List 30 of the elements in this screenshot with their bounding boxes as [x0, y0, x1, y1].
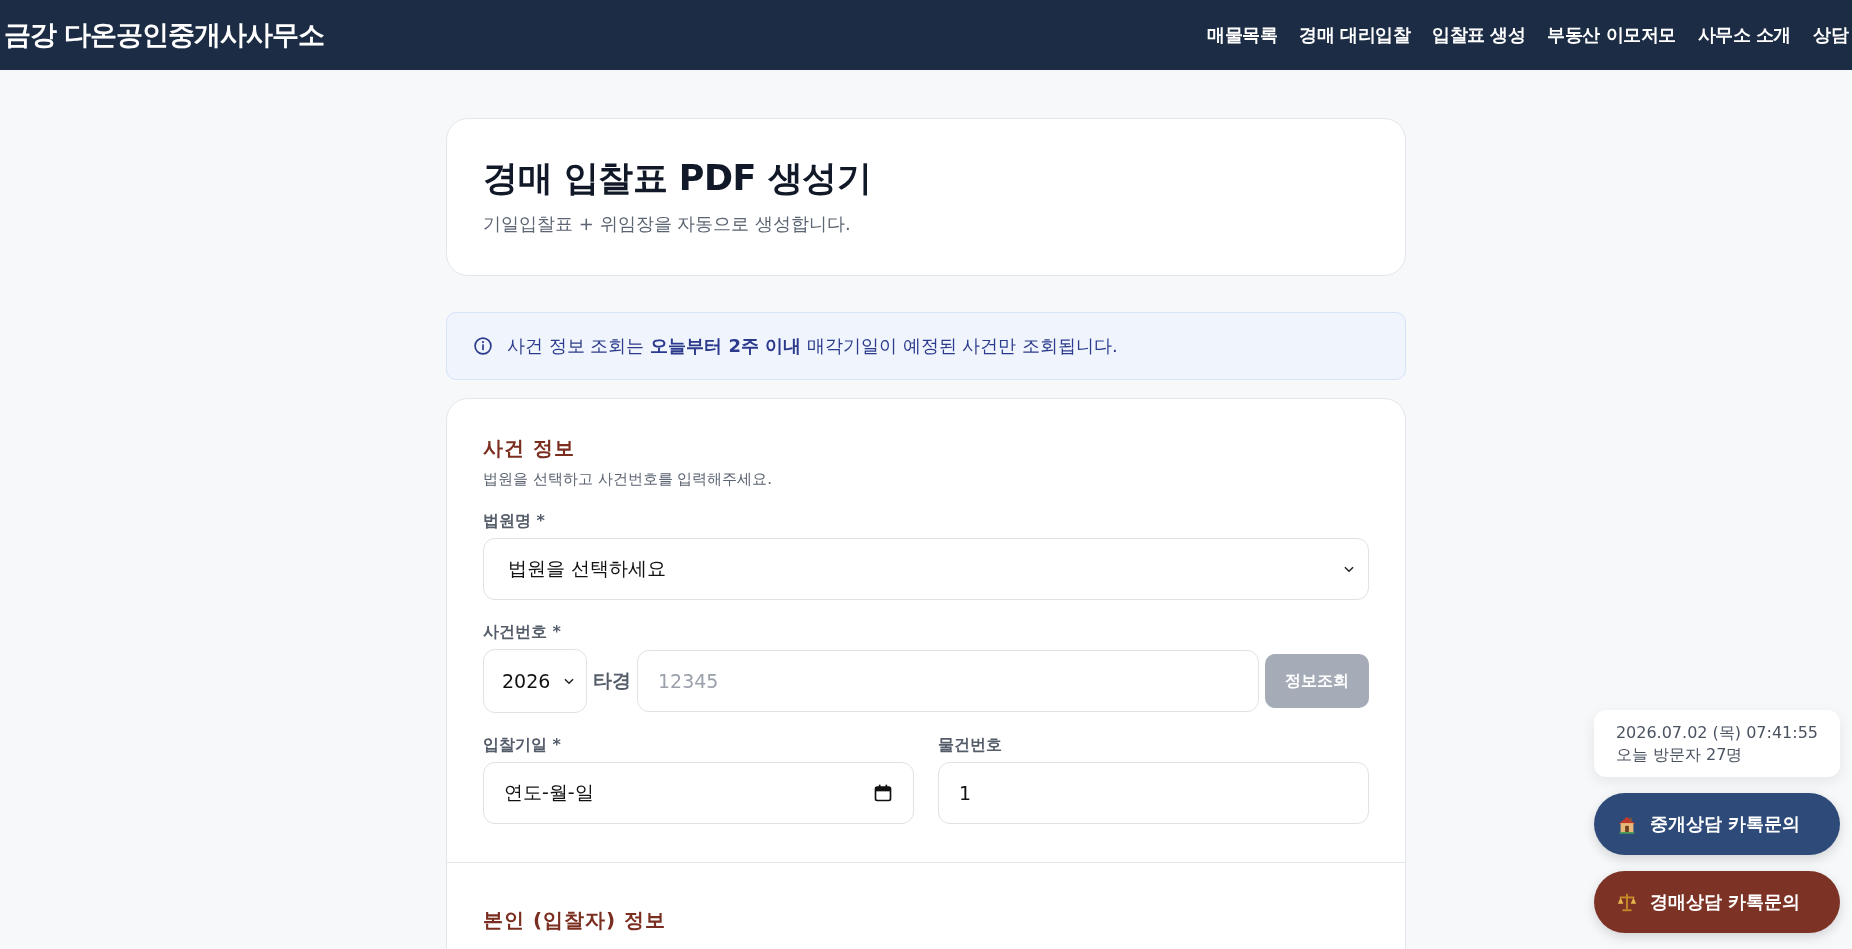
calendar-icon [873, 783, 893, 803]
nav-link[interactable]: 사무소 소개 [1697, 23, 1791, 47]
year-dropdown[interactable]: 2026 [483, 649, 587, 713]
field-label: 사건번호 * [483, 622, 562, 643]
scales-icon [1615, 891, 1638, 914]
nav-link[interactable]: 매물목록 [1207, 23, 1278, 47]
nav-link[interactable]: 상담 [1813, 23, 1848, 47]
field-label: 법원명 * [483, 511, 546, 532]
page-title: 경매 입찰표 PDF 생성기 [483, 157, 873, 200]
chat-inquiry-button[interactable]: 경매상담 카톡문의 [1593, 871, 1840, 934]
page-subtitle: 기일입찰표 + 위임장을 자동으로 생성합니다. [483, 212, 852, 236]
case-type-label: 타경 [593, 668, 631, 693]
field-label: 물건번호 [938, 735, 1003, 756]
site-title[interactable]: 금강 다온공인중개사사무소 [4, 17, 325, 53]
dropdown[interactable]: 법원을 선택하세요 [483, 538, 1369, 600]
field-label: 입찰기일 * [483, 735, 562, 756]
nav-link[interactable]: 부동산 이모저모 [1547, 23, 1676, 47]
visitor-count: 오늘 방문자 27명 [1615, 743, 1744, 766]
date-time-text: 2026.07.02 (목) 07:41:55 [1615, 722, 1818, 744]
date-field[interactable]: 연도-월-일 [483, 762, 914, 824]
nav-link[interactable]: 입찰표 생성 [1432, 23, 1526, 47]
section-title: 본인 (입찰자) 정보 [483, 907, 668, 934]
nav-link[interactable]: 경매 대리입찰 [1299, 23, 1411, 47]
section-description: 법원을 선택하고 사건번호를 입력해주세요. [483, 470, 774, 489]
chat-inquiry-button[interactable]: 중개상담 카톡문의 [1593, 793, 1840, 856]
notice-text: 사건 정보 조회는 오늘부터 2주 이내 매각기일이 예정된 사건만 조회됩니다. [507, 334, 1118, 358]
case-number-field[interactable]: 12345 [637, 650, 1259, 712]
item-number-field[interactable]: 1 [938, 762, 1369, 824]
section-title: 사건 정보 [483, 435, 576, 462]
info-icon [473, 336, 493, 356]
